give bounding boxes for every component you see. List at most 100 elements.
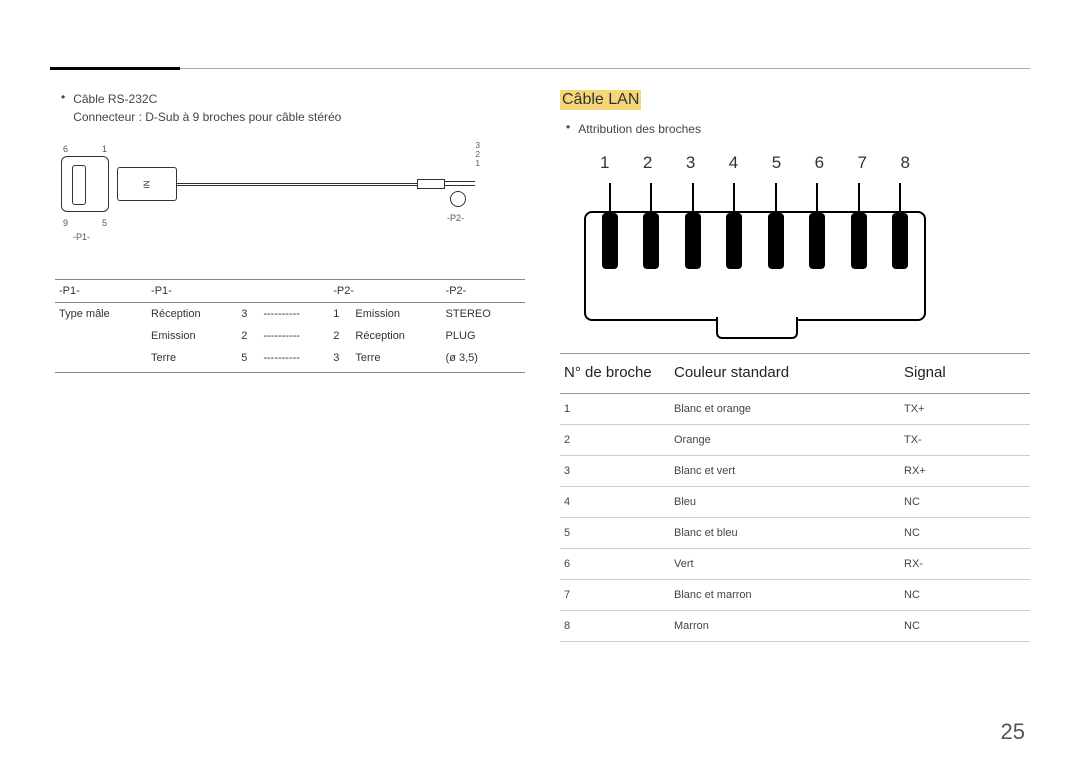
th-signal: Signal (900, 354, 1030, 394)
cell: PLUG (442, 325, 525, 347)
cell: Emission (351, 303, 441, 326)
dsub-pin-5: 5 (102, 218, 107, 228)
cell: Blanc et bleu (670, 518, 900, 549)
cell: 3 (560, 456, 670, 487)
th-color: Couleur standard (670, 354, 900, 394)
cell: NC (900, 611, 1030, 642)
table-row: 2OrangeTX- (560, 425, 1030, 456)
jack-pin-2: 2 (450, 150, 480, 159)
cell: 1 (560, 394, 670, 425)
rj45-clip-icon (716, 317, 798, 339)
cell: RX- (900, 549, 1030, 580)
cell: TX- (900, 425, 1030, 456)
cell: Vert (670, 549, 900, 580)
rj45-diagram: 1 2 3 4 5 6 7 8 (572, 153, 932, 323)
table-header-row: -P1- -P1- -P2- -P2- (55, 280, 525, 303)
cell (55, 325, 147, 347)
cell: 5 (560, 518, 670, 549)
cell: 4 (560, 487, 670, 518)
right-column: Câble LAN • Attribution des broches 1 2 … (560, 90, 1030, 642)
cell: 3 (237, 303, 259, 326)
cell: 7 (560, 580, 670, 611)
table-row: Type mâle Réception 3 ---------- 1 Emiss… (55, 303, 525, 326)
pin-num: 4 (729, 153, 738, 173)
table-row: 3Blanc et vertRX+ (560, 456, 1030, 487)
th-p1b: -P1- (147, 280, 259, 303)
cell: 6 (560, 549, 670, 580)
dsub-pin-9: 9 (63, 218, 68, 228)
th-p2a: -P2- (329, 280, 441, 303)
cell: NC (900, 580, 1030, 611)
cable-icon: IN (117, 159, 487, 209)
rs232-bullet-text-wrap: Câble RS-232C Connecteur : D-Sub à 9 bro… (73, 90, 341, 126)
pin-num: 3 (686, 153, 695, 173)
th-p2b: -P2- (442, 280, 525, 303)
th-pin: N° de broche (560, 354, 670, 394)
dsub-pin-1: 1 (102, 144, 107, 154)
cell: NC (900, 518, 1030, 549)
cell: NC (900, 487, 1030, 518)
table-row: Emission 2 ---------- 2 Réception PLUG (55, 325, 525, 347)
pin-num: 6 (815, 153, 824, 173)
dsub-pin-6: 6 (63, 144, 68, 154)
table-row: 7Blanc et marronNC (560, 580, 1030, 611)
cell: TX+ (900, 394, 1030, 425)
rj45-body-icon (584, 211, 926, 321)
jack-cross-section-icon (450, 191, 466, 207)
cell: 2 (237, 325, 259, 347)
lan-pin-table: N° de broche Couleur standard Signal 1Bl… (560, 353, 1030, 642)
cell: Type mâle (55, 303, 147, 326)
bullet-icon: • (61, 90, 65, 104)
cell: RX+ (900, 456, 1030, 487)
cell: 5 (237, 347, 259, 372)
pin-num: 7 (858, 153, 867, 173)
page-number: 25 (1001, 719, 1025, 745)
table-row: 8MarronNC (560, 611, 1030, 642)
pin-num: 1 (600, 153, 609, 173)
jack-pin-3: 3 (450, 141, 480, 150)
cell: Bleu (670, 487, 900, 518)
left-column: • Câble RS-232C Connecteur : D-Sub à 9 b… (55, 90, 525, 373)
cell: STEREO (442, 303, 525, 326)
pin-num: 8 (900, 153, 909, 173)
th-p1a: -P1- (55, 280, 147, 303)
cell: Blanc et marron (670, 580, 900, 611)
rj45-pin-numbers: 1 2 3 4 5 6 7 8 (600, 153, 910, 173)
cell (55, 347, 147, 372)
table-header-row: N° de broche Couleur standard Signal (560, 354, 1030, 394)
cell: 1 (329, 303, 351, 326)
table-row: 6VertRX- (560, 549, 1030, 580)
rs232-diagram: 6 1 9 5 -P1- IN 3 2 1 -P2- (55, 141, 495, 251)
lan-cable-title: Câble LAN (560, 90, 641, 110)
cell: ---------- (259, 325, 329, 347)
table-row: 5Blanc et bleuNC (560, 518, 1030, 549)
cell: 2 (329, 325, 351, 347)
header-rule-thin (50, 68, 1030, 69)
pin-assignment-text: Attribution des broches (578, 120, 701, 138)
cell: Blanc et orange (670, 394, 900, 425)
th-spacer (259, 280, 329, 303)
jack-pin-1: 1 (450, 159, 480, 168)
cell: Réception (147, 303, 237, 326)
cell: Terre (147, 347, 237, 372)
dsub-connector-icon: 6 1 9 5 -P1- (61, 156, 109, 214)
bullet-icon: • (566, 120, 570, 134)
cell: ---------- (259, 347, 329, 372)
rs232-cable-bullet: • Câble RS-232C Connecteur : D-Sub à 9 b… (55, 90, 525, 126)
table-row: Terre 5 ---------- 3 Terre (ø 3,5) (55, 347, 525, 372)
cell: Emission (147, 325, 237, 347)
cell: (ø 3,5) (442, 347, 525, 372)
rs232-connector-text: Connecteur : D-Sub à 9 broches pour câbl… (73, 108, 341, 126)
cell: ---------- (259, 303, 329, 326)
pin-num: 5 (772, 153, 781, 173)
cell: 8 (560, 611, 670, 642)
table-row: 4BleuNC (560, 487, 1030, 518)
cable-plug-icon: IN (117, 167, 177, 201)
cell: Blanc et vert (670, 456, 900, 487)
plug-in-label: IN (143, 180, 152, 188)
pin-assignment-bullet: • Attribution des broches (560, 120, 1030, 138)
table-row: 1Blanc et orangeTX+ (560, 394, 1030, 425)
cell: 3 (329, 347, 351, 372)
cable-wire-icon (177, 183, 417, 186)
pin-num: 2 (643, 153, 652, 173)
